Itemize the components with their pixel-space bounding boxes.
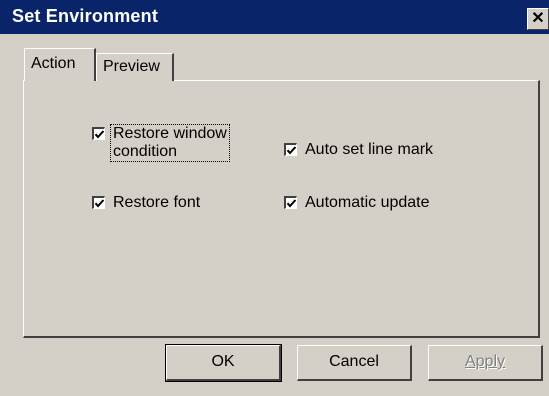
close-icon: ✕ — [531, 10, 545, 27]
restore-font-label: Restore font — [113, 194, 201, 211]
checkbox-checked-icon — [92, 196, 105, 209]
automatic-update-checkbox[interactable]: Automatic update — [284, 194, 430, 212]
cancel-button[interactable]: Cancel — [297, 345, 412, 381]
checkbox-checked-icon — [284, 143, 297, 156]
restore-font-checkbox[interactable]: Restore font — [92, 194, 200, 212]
tab-preview-label: Preview — [103, 58, 160, 75]
close-button[interactable]: ✕ — [527, 8, 549, 30]
checkbox-checked-icon — [92, 127, 105, 140]
tab-panel-action: Restore window condition Auto set line m… — [23, 80, 540, 338]
tab-preview[interactable]: Preview — [96, 53, 174, 81]
restore-window-condition-checkbox[interactable]: Restore window condition — [92, 124, 230, 162]
tab-action-label: Action — [31, 55, 76, 72]
window-title: Set Environment — [12, 6, 159, 26]
title-bar[interactable]: Set Environment ✕ — [0, 0, 549, 34]
apply-button-label: Apply — [464, 353, 506, 370]
ok-button[interactable]: OK — [165, 344, 282, 382]
checkbox-checked-icon — [284, 196, 297, 209]
automatic-update-label: Automatic update — [305, 194, 430, 211]
auto-set-line-mark-checkbox[interactable]: Auto set line mark — [284, 141, 433, 159]
restore-window-condition-label: Restore window condition — [110, 124, 230, 162]
apply-button[interactable]: Apply — [428, 345, 543, 381]
auto-set-line-mark-label: Auto set line mark — [305, 141, 434, 158]
tab-action[interactable]: Action — [24, 48, 96, 81]
